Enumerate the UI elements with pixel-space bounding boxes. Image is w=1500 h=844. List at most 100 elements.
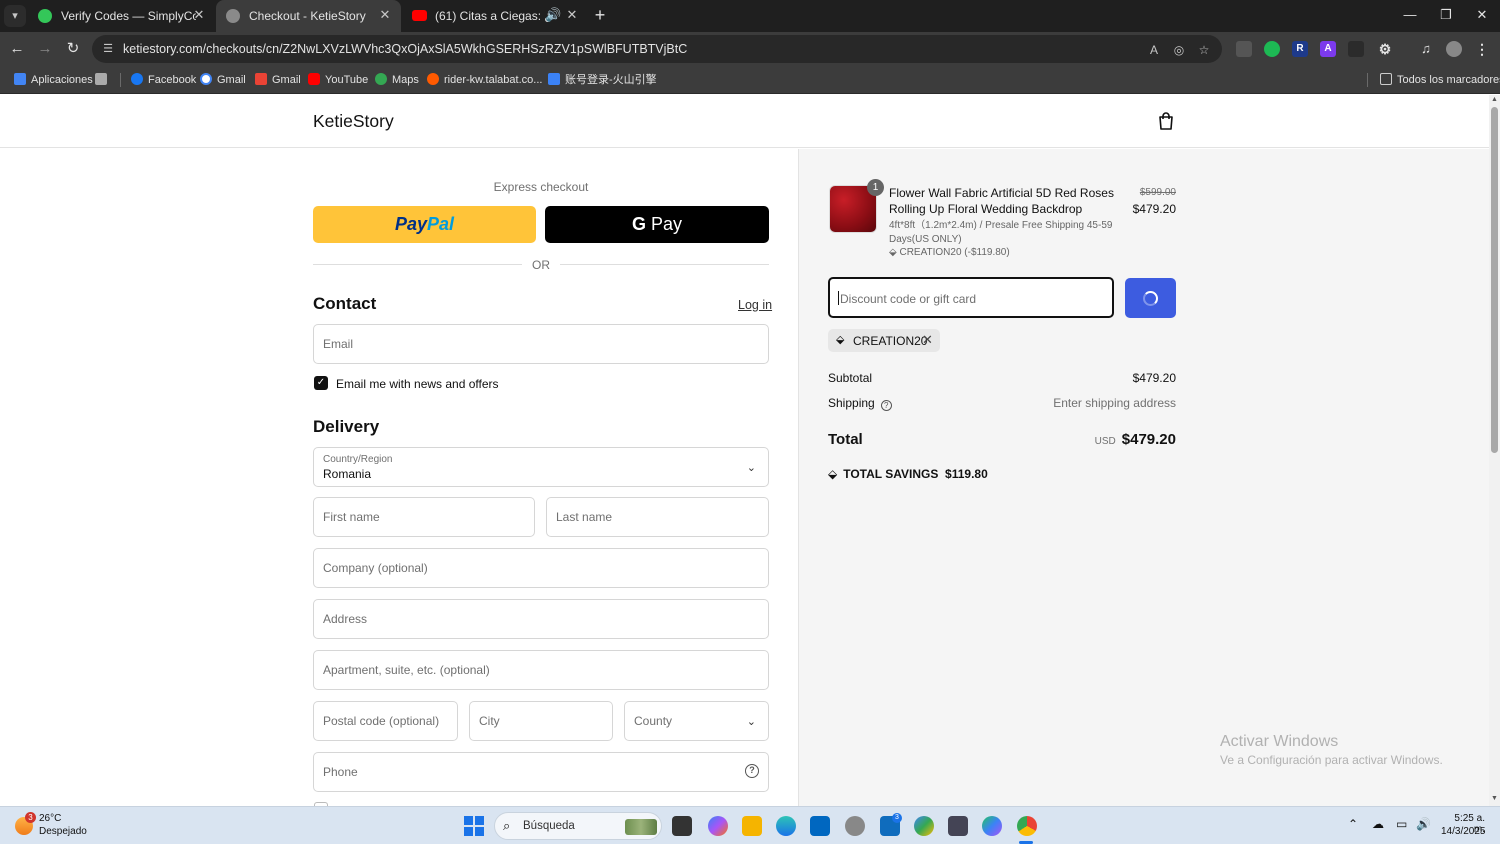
extension-a-icon[interactable]: A — [1320, 41, 1336, 57]
chrome-icon[interactable] — [1017, 816, 1037, 836]
site-info-icon[interactable]: ☰ — [101, 42, 115, 56]
phone-field[interactable]: Phone ? — [313, 752, 769, 792]
bookmark-volcengine[interactable]: 账号登录-火山引擎 — [548, 72, 657, 88]
scroll-down-icon[interactable]: ▼ — [1490, 795, 1499, 802]
apartment-placeholder: Apartment, suite, etc. (optional) — [323, 663, 490, 677]
page-scrollbar[interactable]: ▲ ▼ — [1489, 95, 1500, 806]
tab-checkout[interactable]: Checkout - KetieStory ✕ — [216, 0, 401, 32]
back-button[interactable]: ← — [7, 39, 27, 59]
county-select[interactable]: County ⌄ — [624, 701, 769, 741]
chrome-profile-icon[interactable] — [914, 816, 934, 836]
close-window-button[interactable]: ✕ — [1472, 6, 1492, 24]
profile-avatar[interactable] — [1446, 41, 1462, 57]
bookmark-talabat[interactable]: rider-kw.talabat.co... — [427, 72, 542, 88]
edge-icon[interactable] — [776, 816, 796, 836]
weather-desc[interactable]: Despejado — [39, 826, 87, 837]
postal-code-field[interactable]: Postal code (optional) — [313, 701, 458, 741]
all-bookmarks[interactable]: Todos los marcadores — [1380, 72, 1500, 88]
taskbar-search[interactable]: ⌕ Búsqueda — [494, 812, 662, 840]
forward-button[interactable]: → — [35, 39, 55, 59]
paypal-button[interactable]: PayPal — [313, 206, 536, 243]
shipping-label-row: Shipping? — [828, 396, 892, 411]
shipping-help-icon[interactable]: ? — [880, 400, 892, 411]
company-field[interactable]: Company (optional) — [313, 548, 769, 588]
extension-icon[interactable] — [1236, 41, 1252, 57]
extension-dark-icon[interactable] — [1348, 41, 1364, 57]
help-icon[interactable]: ? — [745, 764, 759, 778]
store-brand[interactable]: KetieStory — [313, 111, 394, 132]
address-field[interactable]: Address — [313, 599, 769, 639]
shopping-bag-icon[interactable] — [1158, 112, 1174, 130]
chrome-alt-icon[interactable] — [982, 816, 1002, 836]
tag-icon: ⬙ — [836, 334, 845, 346]
product-discount: ⬙ CREATION20 (-$119.80) — [889, 247, 1010, 258]
tab-youtube[interactable]: (61) Citas a Ciegas: ¿Cuál N 🔊 ✕ — [402, 0, 587, 32]
email-field[interactable]: Email — [313, 324, 769, 364]
text-caret — [838, 291, 839, 305]
scrollbar-thumb[interactable] — [1491, 107, 1498, 453]
store-icon[interactable] — [810, 816, 830, 836]
google-pay-button[interactable]: G Pay — [545, 206, 769, 243]
total-savings: ⬙ TOTAL SAVINGS $119.80 — [828, 467, 988, 481]
subtotal-label: Subtotal — [828, 371, 873, 385]
apply-discount-button[interactable] — [1125, 278, 1176, 318]
speaker-icon[interactable]: 🔊 — [545, 7, 561, 23]
tab-search-button[interactable]: ▾ — [4, 5, 26, 27]
onedrive-icon[interactable]: ☁ — [1372, 817, 1384, 831]
extension-r-icon[interactable]: R — [1292, 41, 1308, 57]
applied-code: CREATION20 — [853, 334, 928, 348]
remove-discount-icon[interactable]: ✕ — [922, 332, 933, 348]
bookmark-label: rider-kw.talabat.co... — [444, 74, 543, 86]
task-view-icon[interactable] — [672, 816, 692, 836]
bookmark-apps[interactable]: Aplicaciones — [14, 72, 93, 88]
shipping-label: Shipping — [828, 396, 875, 410]
address-bar[interactable]: ☰ ketiestory.com/checkouts/cn/Z2NwLXVzLW… — [92, 35, 1222, 63]
apps-grid-icon — [14, 73, 26, 85]
weather-temp[interactable]: 26°C — [39, 813, 61, 824]
discount-code-input[interactable]: Discount code or gift card — [828, 277, 1114, 318]
clock-date[interactable]: 14/3/2025 — [1441, 826, 1486, 837]
bookmark-label: Gmail — [272, 74, 301, 86]
app-window-icon[interactable] — [948, 816, 968, 836]
first-name-field[interactable]: First name — [313, 497, 535, 537]
volume-icon[interactable]: 🔊 — [1416, 817, 1431, 831]
login-link[interactable]: Log in — [738, 298, 772, 312]
scroll-up-icon[interactable]: ▲ — [1490, 96, 1499, 103]
new-tab-button[interactable]: + — [591, 5, 609, 25]
close-tab-icon[interactable]: ✕ — [377, 7, 393, 23]
gmail-icon — [255, 73, 267, 85]
app-icon[interactable] — [845, 816, 865, 836]
bookmark-facebook[interactable]: Facebook — [131, 72, 196, 88]
last-name-field[interactable]: Last name — [546, 497, 769, 537]
or-divider-text: OR — [532, 258, 550, 272]
file-explorer-icon[interactable] — [742, 816, 762, 836]
city-field[interactable]: City — [469, 701, 613, 741]
copilot-icon[interactable] — [708, 816, 728, 836]
bookmark-star-icon[interactable]: ☆ — [1196, 42, 1212, 58]
eye-off-icon[interactable]: ◎ — [1171, 42, 1187, 58]
tab-simplycodes[interactable]: Verify Codes — SimplyCodes ✕ — [28, 0, 213, 32]
close-tab-icon[interactable]: ✕ — [191, 7, 207, 23]
windows-start-icon[interactable] — [464, 816, 484, 836]
url-text[interactable]: ketiestory.com/checkouts/cn/Z2NwLXVzLWVh… — [123, 42, 687, 56]
apartment-field[interactable]: Apartment, suite, etc. (optional) — [313, 650, 769, 690]
translate-icon[interactable]: A — [1146, 42, 1162, 58]
restore-button[interactable]: ❐ — [1436, 6, 1456, 24]
extension-green-icon[interactable] — [1264, 41, 1280, 57]
bookmark-grid[interactable] — [95, 72, 112, 88]
network-icon[interactable]: ▭ — [1396, 817, 1407, 831]
reload-button[interactable]: ↻ — [63, 39, 83, 59]
newsletter-checkbox[interactable]: ✓ — [314, 376, 328, 390]
bookmark-youtube[interactable]: YouTube — [308, 72, 368, 88]
bookmark-maps[interactable]: Maps — [375, 72, 419, 88]
bookmark-gmail[interactable]: Gmail — [255, 72, 301, 88]
bookmark-label: YouTube — [325, 74, 369, 86]
extensions-puzzle-icon[interactable]: ⚙ — [1377, 41, 1393, 57]
media-control-icon[interactable]: ♫ — [1418, 41, 1434, 57]
tray-chevron-icon[interactable]: ⌃ — [1348, 817, 1358, 831]
minimize-button[interactable]: — — [1400, 6, 1420, 24]
close-tab-icon[interactable]: ✕ — [564, 7, 580, 23]
bookmark-gmail-google[interactable]: Gmail — [200, 72, 246, 88]
menu-kebab-icon[interactable]: ⋮ — [1474, 41, 1490, 57]
country-select[interactable]: Country/Region Romania ⌄ — [313, 447, 769, 487]
